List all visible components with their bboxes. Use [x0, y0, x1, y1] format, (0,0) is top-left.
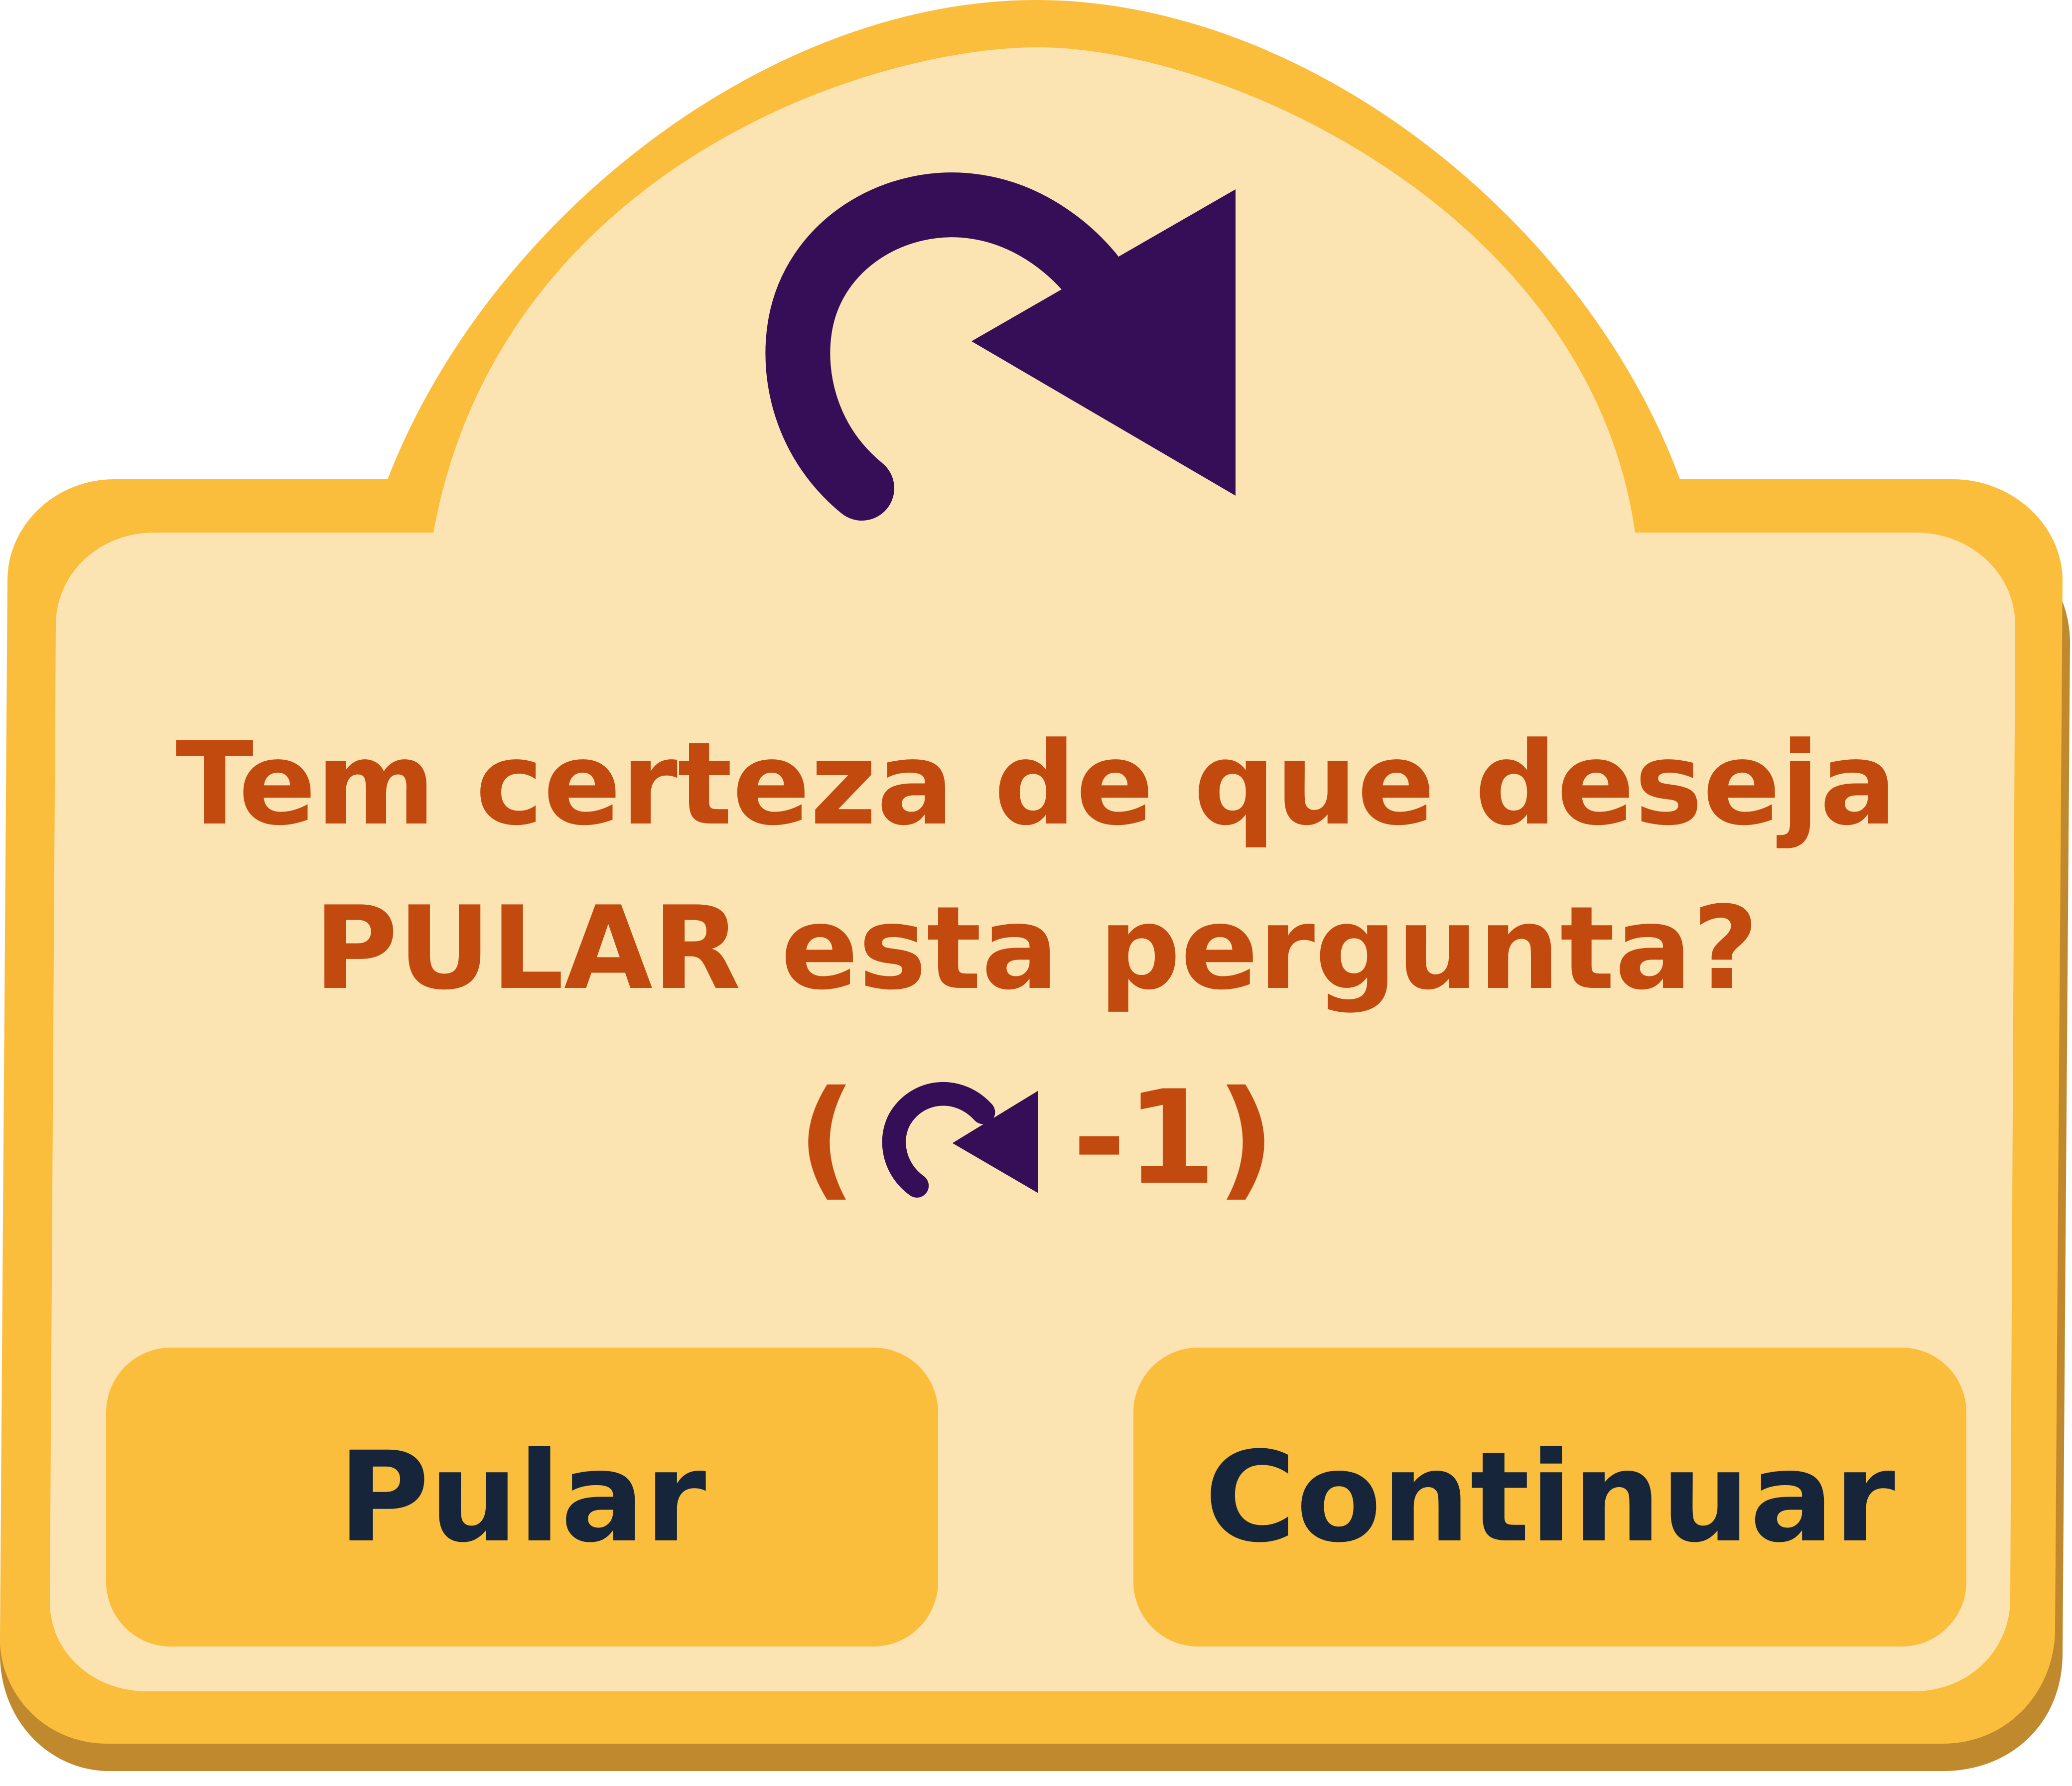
skip-arrow-icon: [765, 172, 1236, 521]
continue-button[interactable]: Continuar: [1133, 1348, 1966, 1647]
skip-button-label: Pular: [338, 1424, 706, 1570]
cost-value: -1): [1072, 1063, 1275, 1214]
continue-button-label: Continuar: [1204, 1424, 1896, 1570]
skip-question-text: Tem certeza de que deseja PULAR esta per…: [175, 718, 1897, 1015]
skip-cost: ( -1): [797, 1056, 1275, 1221]
skip-cost-icon: [882, 1082, 1038, 1198]
skip-button[interactable]: Pular: [106, 1348, 938, 1647]
cost-open-paren: (: [797, 1063, 856, 1214]
